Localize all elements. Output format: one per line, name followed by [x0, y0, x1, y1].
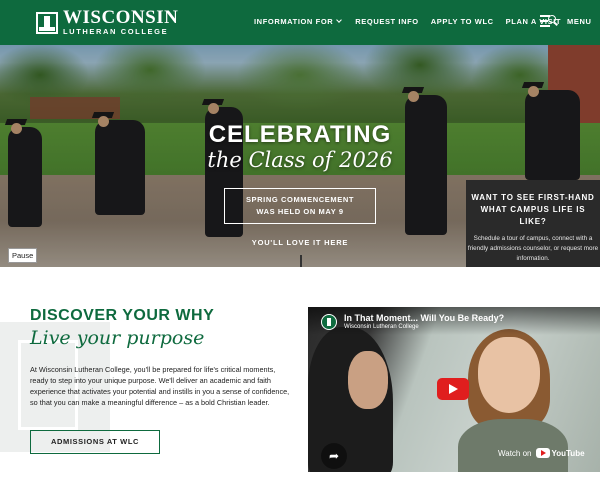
pause-button[interactable]: Pause	[8, 248, 38, 263]
nav-apply[interactable]: APPLY TO WLC	[431, 17, 494, 26]
youtube-icon	[535, 448, 550, 458]
share-icon[interactable]: ➦	[321, 443, 347, 469]
panel-body: Schedule a tour of campus, connect with …	[467, 235, 599, 262]
discover-label: DISCOVER YOUR	[30, 307, 171, 324]
discover-heading: DISCOVER YOUR WHY	[30, 307, 214, 325]
logo-line-wisconsin: WISCONSIN	[63, 7, 179, 28]
site-header: WISCONSIN LUTHERAN COLLEGE INFORMATION F…	[0, 0, 600, 45]
intro-body: At Wisconsin Lutheran College, you'll be…	[30, 365, 290, 407]
menu-label: MENU	[567, 16, 592, 26]
campus-visit-panel[interactable]: WANT TO SEE FIRST-HAND WHAT CAMPUS LIFE …	[466, 180, 600, 276]
chevron-down-icon	[336, 17, 343, 23]
channel-logo-icon[interactable]	[321, 314, 337, 330]
logo-text: WISCONSIN LUTHERAN COLLEGE	[63, 7, 179, 36]
college-tower-icon	[36, 11, 58, 34]
video-channel[interactable]: Wisconsin Lutheran College	[344, 324, 419, 330]
admissions-button[interactable]: ADMISSIONS AT WLC	[30, 430, 160, 454]
nav-request-info[interactable]: REQUEST INFO	[355, 17, 418, 26]
commencement-link[interactable]: SPRING COMMENCEMENT WAS HELD ON MAY 9	[224, 188, 376, 224]
hero-subtitle: the Class of 2026	[207, 148, 393, 172]
youtube-logo: YouTube	[535, 448, 585, 458]
video-player[interactable]: In That Moment... Will You Be Ready? Wis…	[308, 307, 600, 472]
nav-information-for-label: INFORMATION FOR	[254, 17, 334, 26]
intro-section: DISCOVER YOUR WHY Live your purpose At W…	[0, 267, 600, 480]
nav-information-for[interactable]: INFORMATION FOR	[254, 17, 343, 26]
play-icon[interactable]	[437, 378, 469, 400]
commencement-line-2: WAS HELD ON MAY 9	[256, 207, 344, 216]
youtube-label: YouTube	[551, 448, 585, 458]
main-nav: INFORMATION FOR REQUEST INFO APPLY TO WL…	[254, 17, 561, 26]
watch-on-youtube[interactable]: Watch on YouTube	[498, 448, 585, 458]
menu-search-icon	[540, 14, 558, 28]
panel-heading: WANT TO SEE FIRST-HAND WHAT CAMPUS LIFE …	[471, 193, 595, 226]
why-label: WHY	[175, 307, 215, 324]
tagline: Live your purpose	[30, 327, 205, 349]
watch-on-label: Watch on	[498, 448, 532, 458]
commencement-line-1: SPRING COMMENCEMENT	[245, 195, 355, 204]
college-logo[interactable]: WISCONSIN LUTHERAN COLLEGE	[36, 7, 179, 36]
video-title[interactable]: In That Moment... Will You Be Ready?	[344, 313, 504, 323]
hero-title: CELEBRATING	[208, 121, 392, 148]
menu-button[interactable]: MENU	[540, 14, 591, 28]
logo-line-lutheran-college: LUTHERAN COLLEGE	[63, 27, 169, 36]
